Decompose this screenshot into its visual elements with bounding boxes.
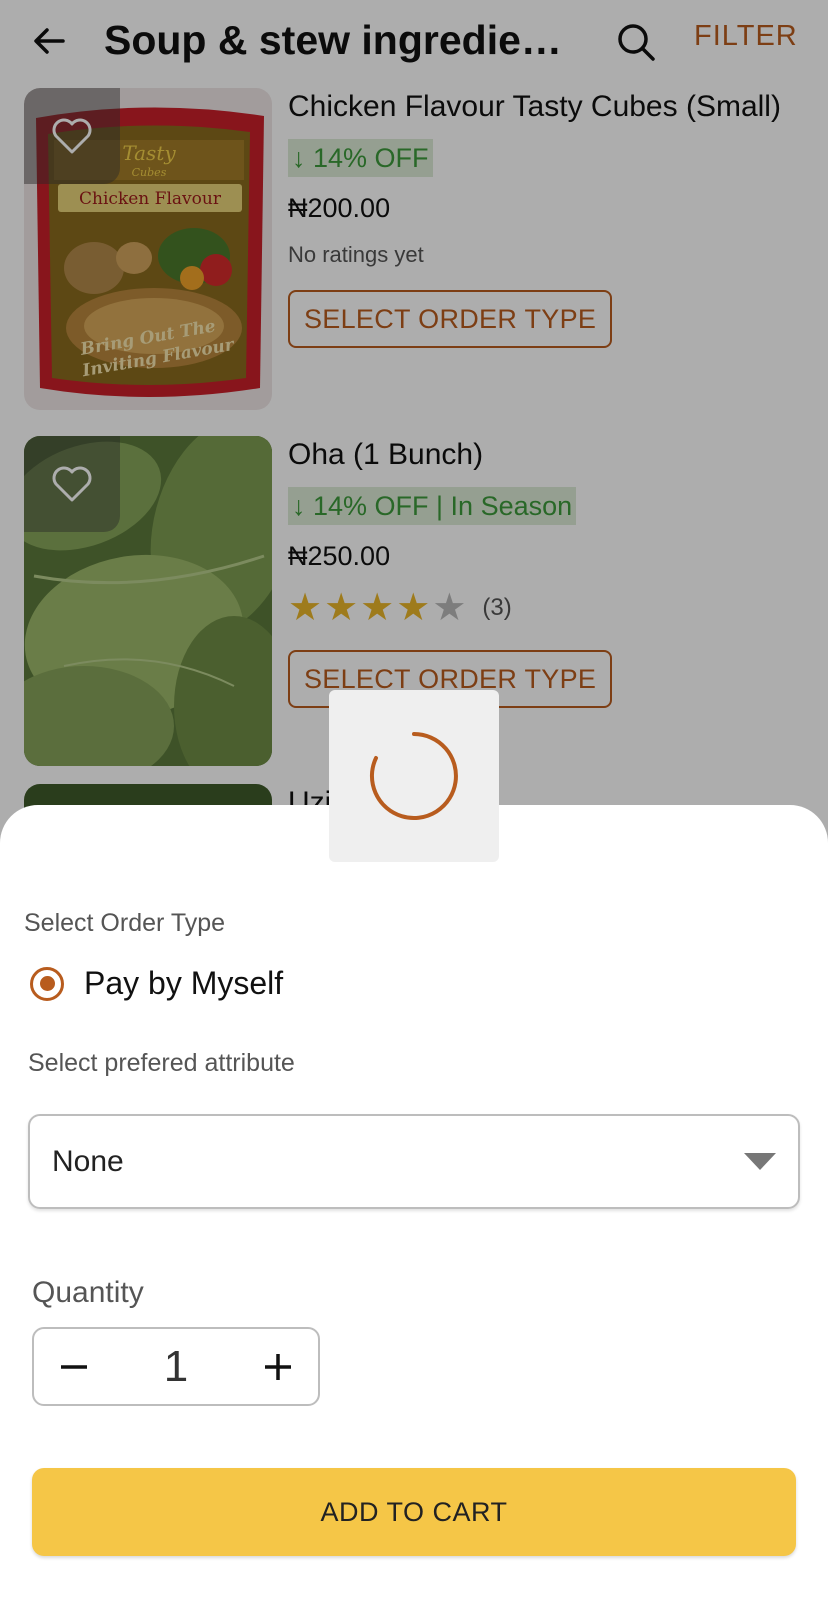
radio-button-selected[interactable] (30, 966, 64, 1001)
quantity-label: Quantity (32, 1276, 144, 1309)
increment-button[interactable] (258, 1347, 298, 1387)
attribute-selected-value: None (52, 1144, 124, 1178)
order-option-pay-myself[interactable]: Pay by Myself (30, 965, 283, 1002)
dropdown-caret-icon (744, 1153, 776, 1170)
loading-dialog (329, 690, 499, 862)
decrement-button[interactable] (54, 1347, 94, 1387)
order-bottom-sheet: Select Order Type Pay by Myself Select p… (0, 805, 828, 1603)
loading-spinner-icon (370, 732, 458, 820)
attribute-label: Select prefered attribute (28, 1049, 295, 1077)
plus-icon (264, 1353, 291, 1380)
quantity-value: 1 (163, 1341, 189, 1391)
add-to-cart-button[interactable]: ADD TO CART (32, 1468, 796, 1556)
quantity-stepper: 1 (32, 1327, 320, 1406)
order-option-label: Pay by Myself (84, 965, 284, 1001)
radio-dot (39, 976, 55, 991)
order-type-label: Select Order Type (24, 909, 226, 937)
attribute-dropdown[interactable]: None (28, 1114, 800, 1209)
minus-icon (61, 1364, 87, 1369)
